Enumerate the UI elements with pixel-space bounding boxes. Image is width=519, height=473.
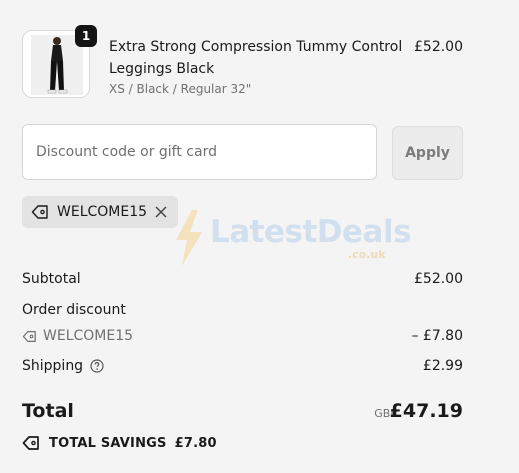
product-price: £52.00 bbox=[414, 39, 463, 55]
tag-icon bbox=[31, 205, 48, 219]
watermark: LatestDeals .co.uk bbox=[172, 210, 412, 270]
order-discount-code: WELCOME15 bbox=[22, 328, 133, 344]
close-icon[interactable] bbox=[153, 204, 169, 220]
order-summary: 1 Extra Strong Compression Tummy Control… bbox=[22, 0, 463, 473]
subtotal-value: £52.00 bbox=[414, 271, 463, 287]
watermark-domain: .co.uk bbox=[348, 248, 386, 261]
total-savings: TOTAL SAVINGS £7.80 bbox=[22, 435, 217, 451]
shipping-label: Shipping bbox=[22, 358, 84, 374]
product-thumbnail: 1 bbox=[22, 25, 97, 98]
order-discount-code-text: WELCOME15 bbox=[43, 328, 134, 344]
lightning-bolt-icon bbox=[176, 210, 202, 266]
discount-code-input[interactable] bbox=[22, 124, 377, 180]
tag-icon bbox=[22, 330, 36, 342]
order-discount-value: – £7.80 bbox=[411, 328, 463, 344]
shipping-label-group: Shipping bbox=[22, 358, 104, 374]
product-name: Extra Strong Compression Tummy Control L… bbox=[109, 39, 403, 77]
quantity-badge: 1 bbox=[75, 25, 97, 47]
subtotal-label: Subtotal bbox=[22, 271, 81, 287]
tag-icon bbox=[22, 436, 39, 450]
savings-label: TOTAL SAVINGS bbox=[49, 435, 167, 451]
order-discount-label: Order discount bbox=[22, 302, 126, 318]
total-label: Total bbox=[22, 400, 74, 422]
savings-value: £7.80 bbox=[174, 435, 217, 451]
product-variant: XS / Black / Regular 32" bbox=[109, 82, 252, 96]
apply-discount-button[interactable]: Apply bbox=[392, 126, 463, 180]
help-icon[interactable] bbox=[90, 359, 104, 373]
shipping-value: £2.99 bbox=[422, 358, 463, 374]
applied-discount-chip: WELCOME15 bbox=[22, 196, 178, 228]
watermark-brand: LatestDeals bbox=[210, 214, 412, 250]
total-value: £47.19 bbox=[389, 400, 463, 422]
line-item: 1 Extra Strong Compression Tummy Control… bbox=[22, 25, 463, 102]
applied-discount-code: WELCOME15 bbox=[57, 204, 148, 220]
